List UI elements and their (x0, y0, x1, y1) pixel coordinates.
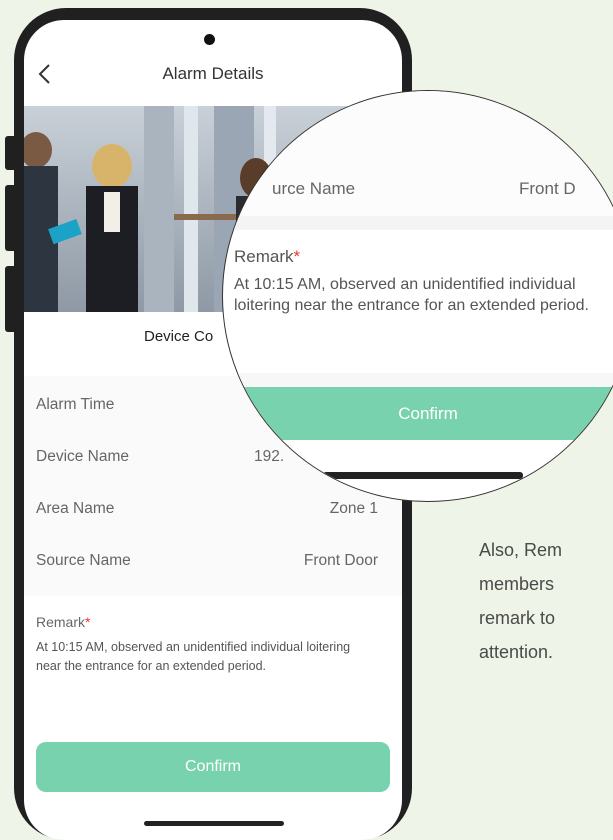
field-label: Device Name (36, 448, 130, 465)
description-caption: Also, Rem members remark to attention. (479, 533, 613, 669)
required-mark: * (85, 614, 91, 630)
field-label: Alarm Time (36, 396, 115, 413)
caption-line: attention. (479, 642, 554, 662)
remark-label-text: Remark (36, 614, 86, 630)
home-indicator (144, 821, 284, 826)
field-row-source-name: Source Name Front Door (24, 538, 402, 588)
field-row-area-name: Area Name Zone 1 (24, 486, 402, 536)
caption-line: remark to (479, 608, 556, 628)
field-value: Front Door (303, 552, 378, 569)
page-title: Alarm Details (162, 64, 264, 83)
magnifier-source-value: Front D (519, 179, 576, 198)
front-camera (204, 34, 215, 45)
magnifier-remark-label-text: Remark (234, 247, 294, 266)
phone-side-button (5, 136, 17, 170)
remark-label: Remark* (36, 614, 90, 630)
required-mark: * (293, 247, 301, 266)
field-value: 192. (254, 448, 285, 465)
phone-side-button (5, 185, 17, 251)
field-value: Zone 1 (329, 500, 378, 517)
section-title: Device Co (144, 328, 214, 345)
phone-side-button (5, 266, 17, 332)
magnifier-source-label: urce Name (272, 179, 356, 198)
zoom-magnifier: urce Name Front D Remark* At 10:15 AM, o… (222, 90, 613, 502)
remark-text-field[interactable]: At 10:15 AM, observed an unidentified in… (36, 638, 376, 676)
magnifier-remark-label: Remark* (234, 247, 300, 267)
confirm-button[interactable]: Confirm (36, 742, 390, 792)
magnifier-confirm-button[interactable]: Confirm (223, 387, 613, 440)
magnifier-remark-text: At 10:15 AM, observed an unidentified in… (234, 276, 589, 314)
caption-line: Also, Rem (479, 540, 563, 560)
field-label: Area Name (36, 500, 115, 517)
caption-line: members (479, 574, 555, 594)
field-label: Source Name (36, 552, 131, 569)
divider (223, 373, 613, 387)
divider (223, 216, 613, 230)
magnifier-home-indicator (323, 472, 523, 479)
